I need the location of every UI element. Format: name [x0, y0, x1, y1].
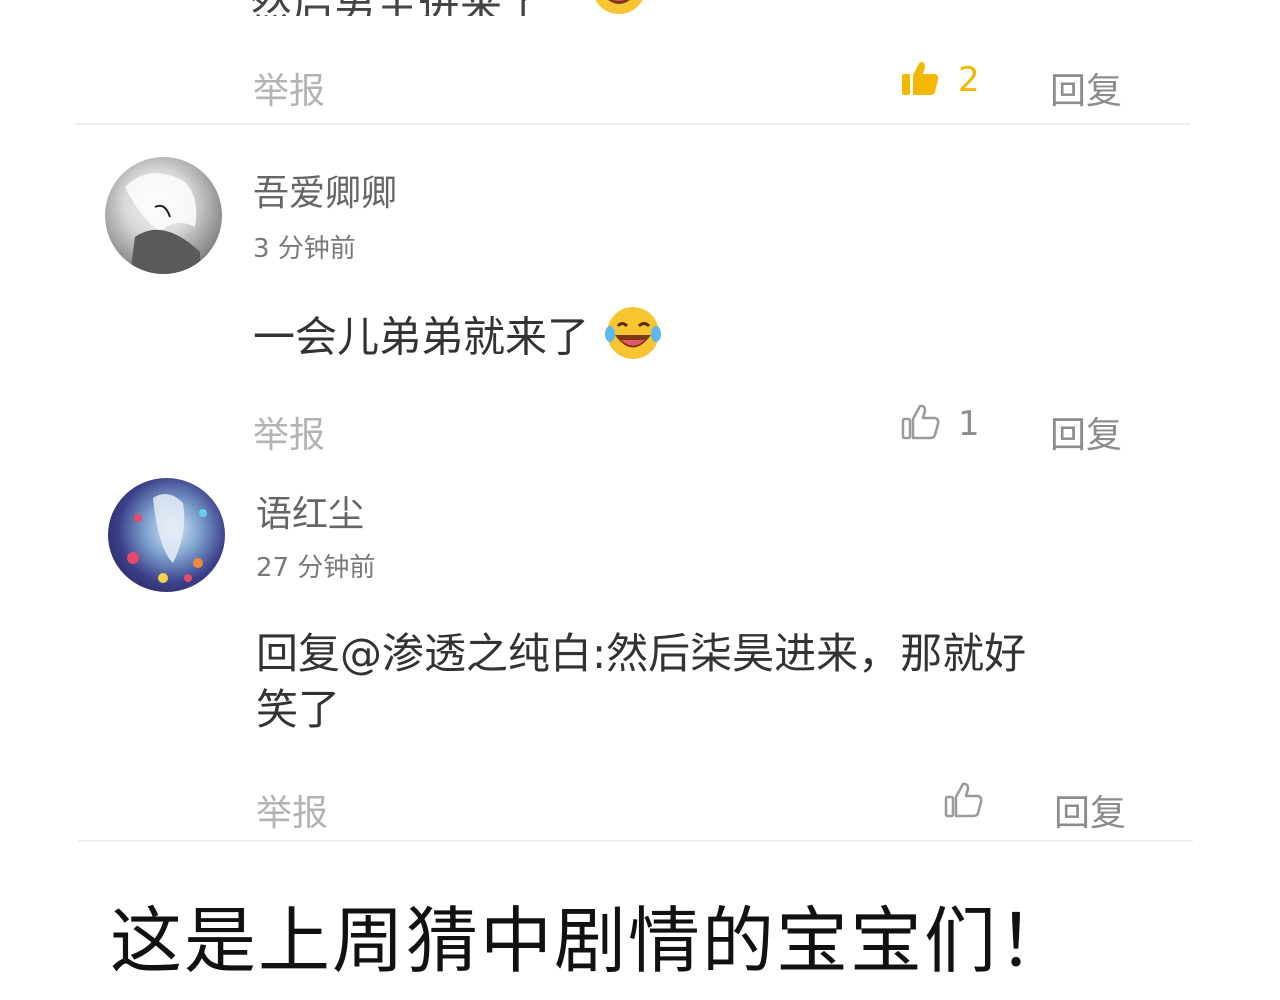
like-count: 1 [958, 404, 980, 444]
report-button[interactable]: 举报 [253, 62, 325, 114]
reply-button[interactable]: 回复 [1050, 406, 1122, 458]
username[interactable]: 语红尘 [256, 485, 364, 537]
timestamp: 27 分钟前 [256, 553, 376, 583]
reply-button[interactable]: 回复 [1054, 784, 1126, 836]
comment-text: 一会儿弟弟就来了 [253, 304, 662, 376]
comment-actions: 举报 1 回复 [0, 402, 1280, 462]
thumbs-up-outline-icon [900, 402, 940, 446]
thumbs-up-filled-icon [900, 58, 940, 102]
comment-actions: 举报 2 回复 [0, 58, 1280, 118]
comment-text-partial: 然后男主进来了 [250, 0, 544, 16]
comment-body-line: 回复@渗透之纯白:然后柒昊进来，那就好 [256, 629, 1027, 678]
avatar[interactable] [105, 157, 222, 274]
avatar[interactable] [108, 478, 225, 592]
like-button[interactable]: 1 [900, 402, 980, 446]
timestamp: 3 分钟前 [253, 234, 356, 264]
like-button[interactable] [943, 780, 1001, 824]
report-button[interactable]: 举报 [256, 784, 328, 836]
comment-body: 一会儿弟弟就来了 [253, 312, 590, 362]
report-button[interactable]: 举报 [253, 406, 325, 458]
comment-actions: 举报 回复 [0, 780, 1280, 840]
caption-text: 这是上周猜中剧情的宝宝们！ [110, 899, 1073, 983]
like-button[interactable]: 2 [900, 58, 980, 102]
comment-text: 回复@渗透之纯白:然后柒昊进来，那就好 笑了 [256, 626, 1156, 738]
username[interactable]: 吾爱卿卿 [253, 164, 397, 216]
comment-body-line: 笑了 [256, 685, 341, 734]
laughing-crying-emoji-icon [590, 0, 648, 16]
laughing-crying-emoji-icon [604, 304, 662, 376]
divider [75, 123, 1190, 125]
divider [78, 840, 1193, 842]
thumbs-up-outline-icon [943, 780, 983, 824]
reply-button[interactable]: 回复 [1050, 62, 1122, 114]
like-count: 2 [958, 60, 980, 100]
